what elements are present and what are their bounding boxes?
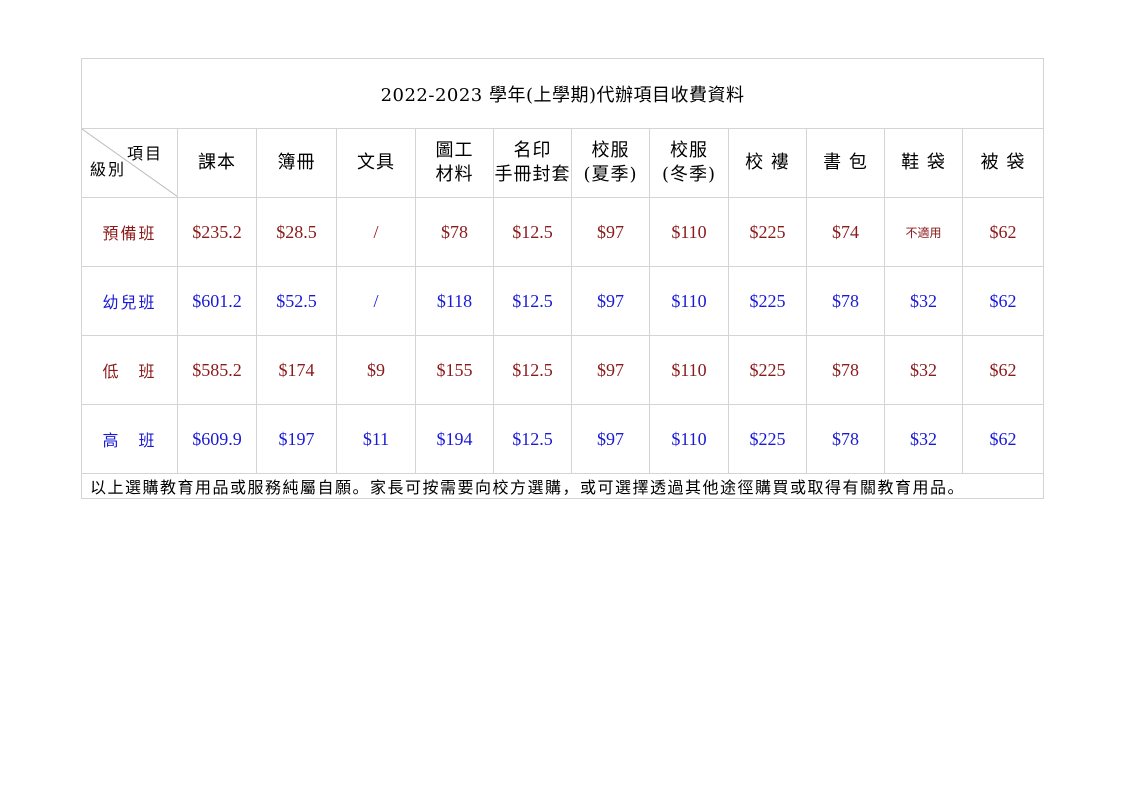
fee-cell: 不適用 [884, 197, 963, 267]
fee-cell: $225 [728, 266, 807, 336]
fee-cell: $62 [961, 404, 1045, 474]
column-header-line: 材料 [435, 164, 474, 185]
fee-cell: $78 [806, 335, 885, 405]
column-header: 校服 (冬季) [649, 128, 729, 198]
column-header: 被 袋 [961, 128, 1045, 198]
fee-cell: $225 [728, 197, 807, 267]
table-row: 低 班 $585.2 $174 $9 $155 $12.5 $97 $110 $225 $78 $3… [81, 335, 1045, 405]
table-row: 預備班 $235.2 $28.5/$78 $12.5 $97 $110 $225 $74 不適用… [81, 197, 1045, 267]
fee-cell: $110 [649, 266, 729, 336]
fee-cell: $225 [728, 335, 807, 405]
grade-cell: 低 班 [81, 335, 178, 405]
fee-cell: $197 [256, 404, 337, 474]
column-header-line: (夏季) [583, 164, 638, 185]
fee-cell: $62 [961, 197, 1045, 267]
fee-table: 2022-2023 學年(上學期)代辦項目收費資料 項目 級別 課本 簿冊 文具 圖工… [80, 58, 1045, 499]
fee-cell: $110 [649, 335, 729, 405]
column-header-line: 書 包 [823, 152, 868, 173]
column-header: 書 包 [806, 128, 885, 198]
fee-cell: $78 [806, 266, 885, 336]
column-header: 課本 [177, 128, 257, 198]
column-header: 校服 (夏季) [571, 128, 650, 198]
fee-cell: $78 [806, 404, 885, 474]
column-header-line: 文具 [357, 152, 395, 173]
footer-note: 以上選購教育用品或服務純屬自願。家長可按需要向校方選購，或可選擇透過其他途徑購買… [80, 473, 1045, 499]
column-header: 簿冊 [256, 128, 337, 198]
fee-cell: $97 [571, 197, 650, 267]
fee-cell: $32 [884, 266, 963, 336]
fee-cell: $78 [415, 197, 494, 267]
fee-cell: $609.9 [177, 404, 257, 474]
table-title: 2022-2023 學年(上學期)代辦項目收費資料 [80, 58, 1045, 129]
column-header: 圖工 材料 [415, 128, 494, 198]
fee-cell: $12.5 [493, 197, 572, 267]
fee-cell: $62 [961, 266, 1045, 336]
column-header-line: 名印 [513, 140, 552, 161]
fee-cell: $585.2 [177, 335, 257, 405]
grade-cell: 預備班 [81, 197, 178, 267]
fee-cell: $225 [728, 404, 807, 474]
fee-cell: $110 [649, 197, 729, 267]
column-header-line: 校 褸 [745, 152, 790, 173]
fee-cell: $110 [649, 404, 729, 474]
column-header-line: (冬季) [661, 164, 717, 185]
column-header: 校 褸 [728, 128, 807, 198]
column-header-line: 圖工 [435, 140, 474, 161]
fee-cell: / [336, 197, 416, 267]
corner-label-items: 項目 [126, 144, 163, 163]
column-header-line: 簿冊 [277, 152, 316, 173]
column-header-line: 手冊封套 [494, 164, 571, 185]
corner-header: 項目 級別 [81, 128, 178, 198]
fee-sheet: 2022-2023 學年(上學期)代辦項目收費資料 項目 級別 課本 簿冊 文具 圖工… [80, 58, 1045, 499]
fee-cell: $11 [336, 404, 416, 474]
fee-cell: $97 [571, 266, 650, 336]
fee-cell: $194 [415, 404, 494, 474]
table-row: 高 班 $609.9 $197 $11 $194 $12.5 $97 $110 $225 $78 $… [81, 404, 1045, 474]
fee-cell: $97 [571, 335, 650, 405]
column-header: 文具 [336, 128, 416, 198]
header-row: 項目 級別 課本 簿冊 文具 圖工 材料 名印 手冊封套 校服 (夏季) 校服 (冬季) 校 褸書 包… [81, 128, 1045, 198]
column-header-line: 校服 [670, 140, 708, 161]
column-header: 鞋 袋 [884, 128, 963, 198]
fee-cell: $32 [884, 335, 963, 405]
column-header-line: 課本 [198, 152, 236, 173]
fee-cell: $74 [806, 197, 885, 267]
fee-cell: $12.5 [493, 404, 572, 474]
fee-cell: $28.5 [256, 197, 337, 267]
table-row: 幼兒班 $601.2 $52.5/$118 $12.5 $97 $110 $225 $78 $3… [81, 266, 1045, 336]
fee-cell: $97 [571, 404, 650, 474]
corner-label-grade: 級別 [90, 160, 127, 179]
fee-cell: $12.5 [493, 335, 572, 405]
grade-cell: 幼兒班 [81, 266, 178, 336]
fee-cell: $601.2 [177, 266, 257, 336]
fee-cell: / [336, 266, 416, 336]
column-header: 名印 手冊封套 [493, 128, 572, 198]
column-header-line: 被 袋 [980, 152, 1026, 173]
footer-row: 以上選購教育用品或服務純屬自願。家長可按需要向校方選購，或可選擇透過其他途徑購買… [80, 473, 1045, 499]
fee-cell: $32 [884, 404, 963, 474]
fee-cell: $118 [415, 266, 494, 336]
fee-cell: $9 [336, 335, 416, 405]
fee-cell: $155 [415, 335, 494, 405]
fee-cell: $235.2 [177, 197, 257, 267]
column-header-line: 校服 [591, 140, 630, 161]
fee-cell: $52.5 [256, 266, 337, 336]
fee-cell: $12.5 [493, 266, 572, 336]
fee-cell: $62 [961, 335, 1045, 405]
fee-cell: $174 [256, 335, 337, 405]
grade-cell: 高 班 [81, 404, 178, 474]
column-header-line: 鞋 袋 [901, 152, 946, 173]
